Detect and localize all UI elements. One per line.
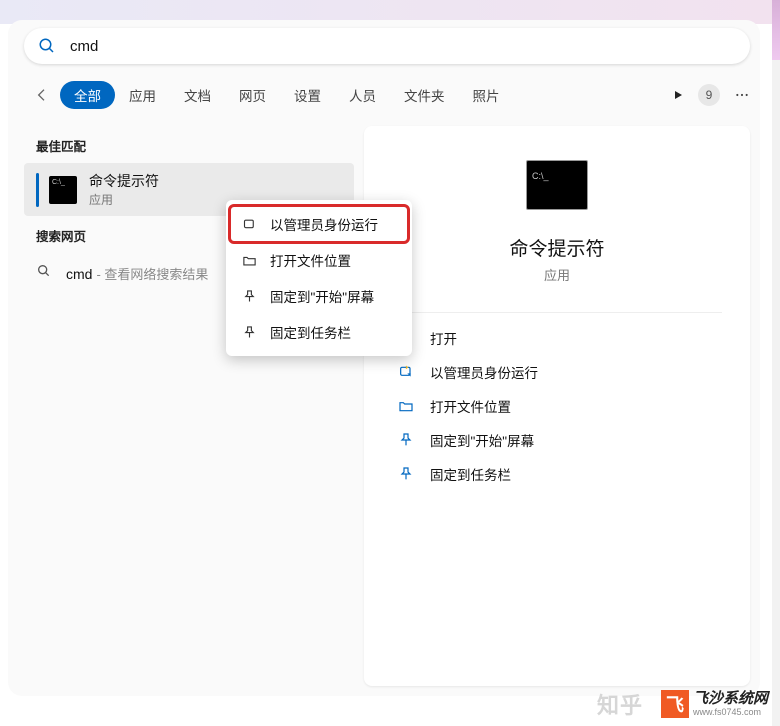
notification-badge[interactable]: 9 <box>698 84 720 106</box>
back-button[interactable] <box>34 87 50 103</box>
group-best-match: 最佳匹配 <box>24 126 354 163</box>
pin-start-icon <box>240 287 258 305</box>
search-icon <box>36 263 52 284</box>
detail-title: 命令提示符 <box>509 234 604 261</box>
admin-icon <box>240 215 258 233</box>
search-icon <box>38 37 56 55</box>
context-menu: 以管理员身份运行 打开文件位置 固定到"开始"屏幕 固定到任务栏 <box>226 200 412 356</box>
action-pin-taskbar[interactable]: 固定到任务栏 <box>392 457 722 491</box>
fs-url: www.fs0745.com <box>693 708 768 717</box>
action-open[interactable]: 打开 <box>392 321 722 355</box>
zhihu-watermark: 知乎 <box>597 688 643 720</box>
tab-web[interactable]: 网页 <box>225 81 280 109</box>
action-list: 打开 以管理员身份运行 打开文件位置 固定到"开始"屏幕 固定到任务栏 <box>392 312 722 491</box>
fs-logo-icon: 飞 <box>661 690 689 718</box>
ctx-label: 打开文件位置 <box>270 250 351 270</box>
action-label: 固定到任务栏 <box>430 464 511 484</box>
ctx-label: 固定到"开始"屏幕 <box>270 286 374 306</box>
ctx-label: 以管理员身份运行 <box>270 214 378 234</box>
search-bar[interactable]: cmd <box>24 28 750 64</box>
folder-icon <box>396 396 416 416</box>
pin-start-icon <box>396 430 416 450</box>
tab-people[interactable]: 人员 <box>335 81 390 109</box>
admin-icon <box>396 362 416 382</box>
detail-panel: C:\_ 命令提示符 应用 打开 以管理员身份运行 打开文件位置 固定到"开始"… <box>364 126 750 686</box>
ctx-pin-start[interactable]: 固定到"开始"屏幕 <box>226 278 412 314</box>
action-label: 打开文件位置 <box>430 396 511 416</box>
ctx-open-location[interactable]: 打开文件位置 <box>226 242 412 278</box>
watermarks: 知乎 飞 飞沙系统网 www.fs0745.com <box>597 688 768 720</box>
action-open-location[interactable]: 打开文件位置 <box>392 389 722 423</box>
ctx-label: 固定到任务栏 <box>270 322 351 342</box>
search-query: cmd <box>70 38 98 55</box>
web-query: cmd <box>66 266 92 282</box>
action-pin-start[interactable]: 固定到"开始"屏幕 <box>392 423 722 457</box>
ctx-pin-taskbar[interactable]: 固定到任务栏 <box>226 314 412 350</box>
pin-taskbar-icon <box>396 464 416 484</box>
fs-name: 飞沙系统网 <box>693 691 768 706</box>
ctx-run-admin[interactable]: 以管理员身份运行 <box>230 206 408 242</box>
cmd-icon: C:\_ <box>49 176 77 204</box>
fs-logo: 飞 飞沙系统网 www.fs0745.com <box>661 690 768 718</box>
action-label: 固定到"开始"屏幕 <box>430 430 534 450</box>
action-label: 以管理员身份运行 <box>430 362 538 382</box>
tab-settings[interactable]: 设置 <box>280 81 335 109</box>
tab-row: 全部 应用 文档 网页 设置 人员 文件夹 照片 <box>34 80 750 110</box>
tab-photos[interactable]: 照片 <box>459 81 514 109</box>
action-run-admin[interactable]: 以管理员身份运行 <box>392 355 722 389</box>
tab-folders[interactable]: 文件夹 <box>390 81 459 109</box>
folder-icon <box>240 251 258 269</box>
detail-subtitle: 应用 <box>544 265 570 284</box>
tab-documents[interactable]: 文档 <box>170 81 225 109</box>
play-button[interactable] <box>672 89 684 101</box>
cmd-large-icon: C:\_ <box>526 160 588 210</box>
pin-taskbar-icon <box>240 323 258 341</box>
result-subtitle: 应用 <box>89 191 159 208</box>
more-button[interactable] <box>734 87 750 103</box>
tab-all[interactable]: 全部 <box>60 81 115 109</box>
toolbar-right: 9 <box>672 80 750 110</box>
result-title: 命令提示符 <box>89 171 159 191</box>
action-label: 打开 <box>430 328 457 348</box>
selection-indicator <box>36 173 39 207</box>
web-suffix: - 查看网络搜索结果 <box>96 264 208 283</box>
tab-apps[interactable]: 应用 <box>115 81 170 109</box>
